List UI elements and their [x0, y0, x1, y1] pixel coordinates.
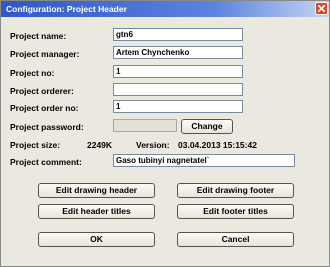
- project-comment-field[interactable]: Gaso tubinyi nagnetatel`: [113, 154, 295, 167]
- project-password-label: Project password:: [10, 122, 84, 132]
- project-no-label: Project no:: [10, 68, 55, 78]
- project-name-field[interactable]: gtn6: [113, 28, 243, 41]
- project-size-label: Project size:: [10, 140, 61, 150]
- project-order-no-field[interactable]: 1: [113, 100, 243, 113]
- window-title: Configuration: Project Header: [6, 4, 127, 14]
- cancel-button[interactable]: Cancel: [177, 232, 294, 247]
- version-value: 03.04.2013 15:15:42: [178, 140, 257, 150]
- project-size-value: 2249K: [87, 140, 113, 150]
- project-header-dialog: Configuration: Project Header Project na…: [0, 0, 330, 267]
- project-order-no-label: Project order no:: [10, 103, 79, 113]
- project-name-label: Project name:: [10, 31, 67, 41]
- project-orderer-field[interactable]: [113, 83, 243, 96]
- project-password-field: [113, 119, 177, 132]
- project-manager-label: Project manager:: [10, 49, 80, 59]
- edit-header-titles-button[interactable]: Edit header titles: [38, 204, 155, 219]
- project-orderer-label: Project orderer:: [10, 86, 74, 96]
- ok-button[interactable]: OK: [38, 232, 155, 247]
- edit-drawing-footer-button[interactable]: Edit drawing footer: [177, 183, 294, 198]
- title-bar[interactable]: Configuration: Project Header: [1, 1, 329, 17]
- version-label: Version:: [136, 140, 170, 150]
- close-button[interactable]: [315, 2, 328, 15]
- edit-footer-titles-button[interactable]: Edit footer titles: [177, 204, 294, 219]
- project-no-field[interactable]: 1: [113, 65, 243, 78]
- close-icon: [318, 5, 325, 12]
- change-password-button[interactable]: Change: [181, 119, 233, 134]
- project-manager-field[interactable]: Artem Chynchenko: [113, 46, 243, 59]
- project-comment-label: Project comment:: [10, 157, 82, 167]
- edit-drawing-header-button[interactable]: Edit drawing header: [38, 183, 155, 198]
